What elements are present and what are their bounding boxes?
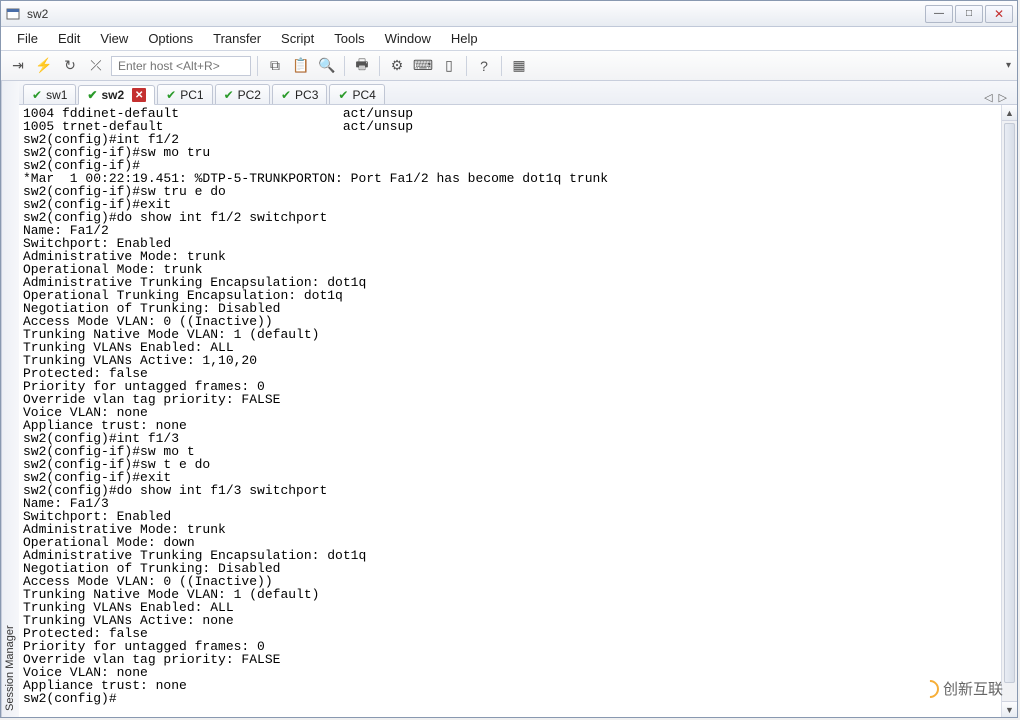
toolbar-separator bbox=[379, 56, 380, 76]
close-button[interactable]: ✕ bbox=[985, 5, 1013, 23]
app-window: sw2 — □ ✕ File Edit View Options Transfe… bbox=[0, 0, 1018, 718]
toolbar: ⇥ ⚡ ↻ ⤫ ⧉ 📋 🔍 🖶 ⚙ ⌨ ▯ ? ▦ ▾ bbox=[1, 51, 1017, 81]
settings-icon[interactable]: ⚙ bbox=[386, 55, 408, 77]
menu-options[interactable]: Options bbox=[138, 27, 203, 50]
connect-icon[interactable]: ⇥ bbox=[7, 55, 29, 77]
toolbar-overflow-icon[interactable]: ▾ bbox=[1006, 60, 1011, 71]
terminal-output[interactable]: 1004 fddinet-default act/unsup 1005 trne… bbox=[19, 105, 1001, 717]
window-controls: — □ ✕ bbox=[925, 5, 1013, 23]
terminal-wrap: 1004 fddinet-default act/unsup 1005 trne… bbox=[19, 105, 1017, 717]
check-icon: ✔ bbox=[224, 89, 234, 101]
menu-help[interactable]: Help bbox=[441, 27, 488, 50]
tab-pc3[interactable]: ✔ PC3 bbox=[272, 84, 327, 104]
keyboard-icon[interactable]: ⌨ bbox=[412, 55, 434, 77]
app-icon bbox=[5, 6, 21, 22]
tab-pc4[interactable]: ✔ PC4 bbox=[329, 84, 384, 104]
disconnect-icon[interactable]: ⤫ bbox=[85, 55, 107, 77]
toolbar-separator bbox=[257, 56, 258, 76]
menu-script[interactable]: Script bbox=[271, 27, 324, 50]
scroll-thumb[interactable] bbox=[1004, 123, 1015, 683]
tab-pc1[interactable]: ✔ PC1 bbox=[157, 84, 212, 104]
about-icon[interactable]: ▦ bbox=[508, 55, 530, 77]
toolbar-separator bbox=[466, 56, 467, 76]
tab-label: sw2 bbox=[101, 88, 124, 102]
tab-label: sw1 bbox=[46, 88, 67, 102]
tab-sw1[interactable]: ✔ sw1 bbox=[23, 84, 76, 104]
body-area: Session Manager ✔ sw1 ✔ sw2 ✕ ✔ PC1 ✔ bbox=[1, 81, 1017, 717]
check-icon: ✔ bbox=[32, 89, 42, 101]
tab-label: PC1 bbox=[180, 88, 203, 102]
maximize-button[interactable]: □ bbox=[955, 5, 983, 23]
toolbar-separator bbox=[344, 56, 345, 76]
menu-tools[interactable]: Tools bbox=[324, 27, 374, 50]
quick-connect-icon[interactable]: ⚡ bbox=[33, 55, 55, 77]
scroll-down-icon[interactable]: ▼ bbox=[1002, 701, 1017, 717]
filter-icon[interactable]: ▯ bbox=[438, 55, 460, 77]
check-icon: ✔ bbox=[338, 89, 348, 101]
menubar: File Edit View Options Transfer Script T… bbox=[1, 27, 1017, 51]
print-icon[interactable]: 🖶 bbox=[351, 55, 373, 77]
check-icon: ✔ bbox=[87, 89, 97, 101]
tab-label: PC2 bbox=[238, 88, 261, 102]
tab-pc2[interactable]: ✔ PC2 bbox=[215, 84, 270, 104]
tab-label: PC3 bbox=[295, 88, 318, 102]
tab-close-icon[interactable]: ✕ bbox=[132, 88, 146, 102]
main-panel: ✔ sw1 ✔ sw2 ✕ ✔ PC1 ✔ PC2 ✔ bbox=[19, 81, 1017, 717]
menu-transfer[interactable]: Transfer bbox=[203, 27, 271, 50]
host-input[interactable] bbox=[111, 56, 251, 76]
menu-edit[interactable]: Edit bbox=[48, 27, 90, 50]
paste-icon[interactable]: 📋 bbox=[290, 55, 312, 77]
session-tabbar: ✔ sw1 ✔ sw2 ✕ ✔ PC1 ✔ PC2 ✔ bbox=[19, 81, 1017, 105]
tab-sw2[interactable]: ✔ sw2 ✕ bbox=[78, 85, 155, 105]
titlebar: sw2 — □ ✕ bbox=[1, 1, 1017, 27]
window-title: sw2 bbox=[27, 7, 925, 21]
tab-prev-icon[interactable]: ◁ bbox=[984, 91, 992, 104]
menu-view[interactable]: View bbox=[90, 27, 138, 50]
reconnect-icon[interactable]: ↻ bbox=[59, 55, 81, 77]
scroll-up-icon[interactable]: ▲ bbox=[1002, 105, 1017, 121]
menu-window[interactable]: Window bbox=[375, 27, 441, 50]
check-icon: ✔ bbox=[166, 89, 176, 101]
check-icon: ✔ bbox=[281, 89, 291, 101]
menu-file[interactable]: File bbox=[7, 27, 48, 50]
session-manager-tab[interactable]: Session Manager bbox=[1, 81, 19, 717]
toolbar-separator bbox=[501, 56, 502, 76]
tabbar-nav: ◁ ▷ bbox=[984, 91, 1013, 104]
find-icon[interactable]: 🔍 bbox=[316, 55, 338, 77]
copy-icon[interactable]: ⧉ bbox=[264, 55, 286, 77]
tab-label: PC4 bbox=[352, 88, 375, 102]
minimize-button[interactable]: — bbox=[925, 5, 953, 23]
vertical-scrollbar[interactable]: ▲ ▼ bbox=[1001, 105, 1017, 717]
tab-next-icon[interactable]: ▷ bbox=[999, 91, 1007, 104]
help-icon[interactable]: ? bbox=[473, 55, 495, 77]
